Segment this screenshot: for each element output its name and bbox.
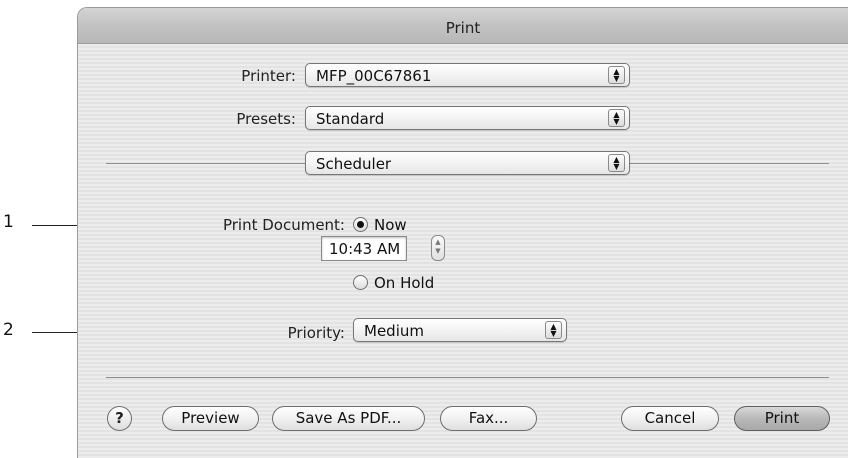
callout-1: 1	[3, 212, 14, 232]
time-field[interactable]: 10:43 AM	[321, 236, 407, 261]
priority-label: Priority:	[287, 324, 345, 342]
printer-value: MFP_00C67861	[316, 67, 432, 85]
cancel-button[interactable]: Cancel	[621, 406, 719, 431]
priority-popup[interactable]: Medium ▲ ▼	[353, 318, 567, 342]
radio-now[interactable]	[353, 217, 368, 232]
priority-value: Medium	[364, 322, 424, 340]
popup-arrows-icon: ▲ ▼	[608, 154, 625, 172]
presets-label: Presets:	[236, 110, 296, 128]
callout-2: 2	[3, 320, 14, 340]
window-title: Print	[445, 19, 481, 37]
popup-arrows-icon: ▲ ▼	[608, 109, 625, 127]
printer-label: Printer:	[241, 67, 296, 85]
panel-value: Scheduler	[316, 155, 392, 173]
bottom-separator	[106, 377, 829, 378]
presets-popup[interactable]: Standard ▲ ▼	[305, 106, 630, 130]
radio-now-label: Now	[374, 216, 407, 234]
radio-on-hold[interactable]	[353, 275, 368, 290]
preview-button[interactable]: Preview	[162, 406, 259, 431]
panel-separator-right	[630, 163, 829, 164]
print-button[interactable]: Print	[734, 406, 830, 431]
title-bar[interactable]: Print	[78, 8, 848, 44]
radio-on-hold-label: On Hold	[374, 274, 435, 292]
popup-arrows-icon: ▲ ▼	[608, 66, 625, 84]
printer-popup[interactable]: MFP_00C67861 ▲ ▼	[305, 63, 630, 87]
time-value: 10:43 AM	[329, 240, 401, 258]
fax-button[interactable]: Fax...	[440, 406, 537, 431]
presets-value: Standard	[316, 110, 385, 128]
print-document-label: Print Document:	[222, 216, 345, 234]
panel-popup[interactable]: Scheduler ▲ ▼	[305, 151, 630, 175]
help-button[interactable]: ?	[107, 406, 132, 431]
popup-arrows-icon: ▲ ▼	[545, 321, 562, 339]
panel-separator-left	[106, 163, 305, 164]
time-stepper[interactable]: ▲ ▼	[431, 235, 445, 261]
save-as-pdf-button[interactable]: Save As PDF...	[272, 406, 425, 431]
